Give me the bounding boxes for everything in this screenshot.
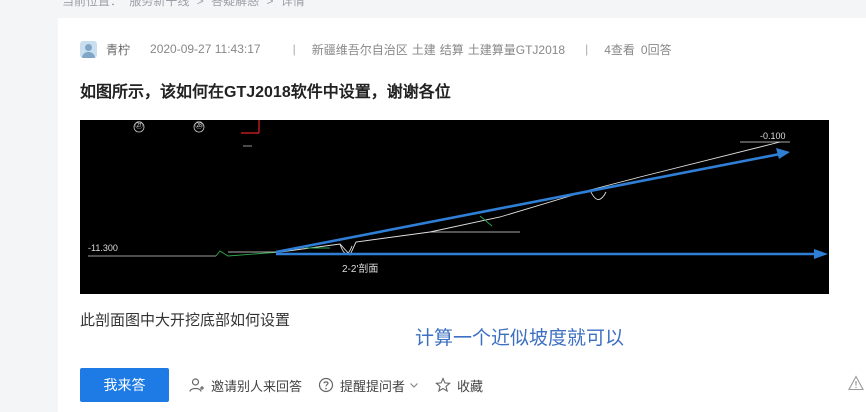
user-name[interactable]: 青柠	[106, 41, 130, 58]
remind-asker-action[interactable]: 提醒提问者	[318, 376, 419, 395]
breadcrumb-link-service[interactable]: 服务新干线	[129, 0, 189, 8]
grid-label: ㉘	[195, 121, 203, 130]
elevation-left-label: -11.300	[88, 243, 118, 253]
star-icon	[435, 377, 451, 393]
category-tag: 结算	[439, 42, 464, 57]
section-label: 2-2'剖面	[342, 264, 379, 275]
question-meta: 青柠 2020-09-27 11:43:17 | 新疆维吾尔自治区 土建 结算 …	[80, 40, 678, 58]
question-description: 此剖面图中大开挖底部如何设置	[80, 312, 291, 329]
breadcrumb-prefix: 当前位置：	[62, 0, 123, 8]
remind-label: 提醒提问者	[340, 378, 406, 394]
action-bar: 我来答 邀请别人来回答 提醒提问者 收藏	[80, 368, 491, 402]
answer-button[interactable]: 我来答	[80, 368, 169, 402]
breadcrumb-separator: >	[196, 0, 204, 8]
breadcrumb: 当前位置： 服务新干线 > 答疑解惑 > 详情	[62, 0, 309, 8]
person-add-icon	[189, 378, 204, 392]
favorite-action[interactable]: 收藏	[435, 376, 483, 395]
region-tag: 新疆维吾尔自治区	[311, 42, 408, 57]
breadcrumb-separator: >	[266, 0, 274, 8]
invite-answer-action[interactable]: 邀请别人来回答	[189, 376, 302, 395]
invite-label: 邀请别人来回答	[211, 378, 303, 394]
view-count: 4查看	[604, 42, 635, 57]
favorite-label: 收藏	[457, 378, 484, 394]
elevation-right-label: -0.100	[760, 131, 786, 141]
answer-count: 0回答	[640, 42, 672, 57]
post-time: 2020-09-27 11:43:17	[150, 42, 261, 56]
cad-section-drawing[interactable]: ㉗ ㉘ -11.300 -0.100 2-2'剖面	[80, 120, 829, 294]
chevron-down-icon	[410, 383, 418, 388]
category-tag: 土建	[411, 42, 436, 57]
answer-note: 计算一个近似坡度就可以	[415, 328, 625, 349]
grid-label: ㉗	[135, 121, 143, 130]
question-title: 如图所示，该如何在GTJ2018软件中设置，谢谢各位	[80, 84, 451, 101]
category-tag: 土建算量GTJ2018	[467, 42, 566, 57]
warning-icon[interactable]	[848, 375, 864, 391]
meta-separator: |	[585, 42, 589, 56]
meta-separator: |	[292, 42, 296, 56]
breadcrumb-link-qa[interactable]: 答疑解惑	[211, 0, 259, 8]
breadcrumb-current: 详情	[280, 0, 305, 8]
question-circle-icon	[318, 377, 334, 393]
avatar[interactable]	[80, 40, 97, 58]
